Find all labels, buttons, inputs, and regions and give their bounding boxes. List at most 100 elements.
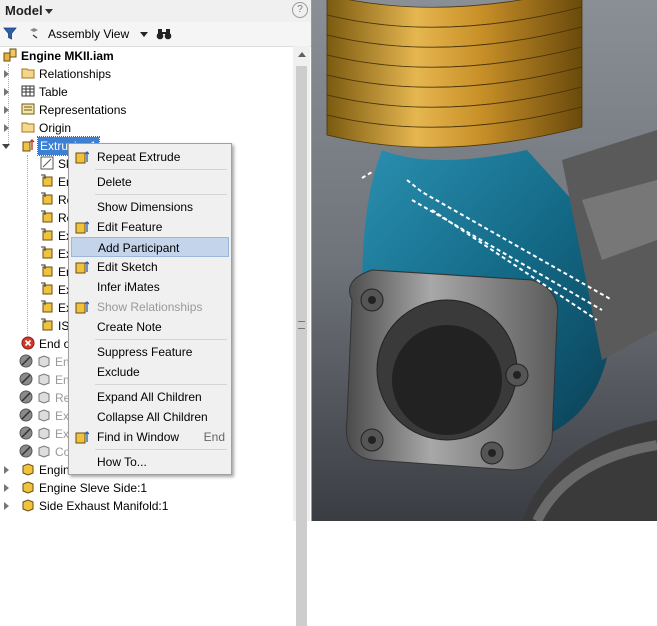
menu-item-label: How To... [97, 455, 147, 469]
menu-shortcut: End [203, 430, 225, 444]
menu-item-expand-all-children[interactable]: Expand All Children [71, 387, 229, 407]
repeat-icon [75, 150, 90, 164]
suppressed-icon [19, 426, 33, 440]
menu-item-label: Add Participant [98, 241, 180, 255]
menu-separator [95, 384, 227, 385]
find-icon [75, 430, 90, 444]
engine-model[interactable] [312, 0, 657, 521]
menu-item-find-in-window[interactable]: Find in Window End [71, 427, 229, 447]
scrollbar-thumb[interactable] [296, 66, 307, 626]
part-icon [38, 409, 50, 422]
expand-arrow-icon[interactable] [4, 106, 9, 114]
menu-item-how-to[interactable]: How To... [71, 452, 229, 472]
menu-item-exclude[interactable]: Exclude [71, 362, 229, 382]
menu-item-label: Suppress Feature [97, 345, 193, 359]
tree-item-label: Representations [39, 103, 127, 117]
menu-separator [95, 194, 227, 195]
expand-arrow-icon[interactable] [4, 88, 9, 96]
extrusion-icon [22, 139, 35, 152]
expand-arrow-icon[interactable] [4, 466, 9, 474]
scroll-grip-icon [298, 321, 305, 329]
part-icon [22, 463, 34, 476]
menu-item-label: Show Relationships [97, 300, 203, 314]
menu-item-label: Show Dimensions [97, 200, 194, 214]
browser-toolbar: Assembly View [0, 22, 311, 47]
view-selector-dropdown-icon[interactable] [140, 32, 148, 37]
expand-arrow-icon[interactable] [4, 502, 9, 510]
menu-item-label: Edit Feature [97, 220, 163, 234]
browser-scrollbar[interactable] [293, 46, 310, 626]
menu-item-show-relationships[interactable]: Show Relationships [71, 297, 229, 317]
table-icon [21, 85, 35, 97]
menu-separator [95, 449, 227, 450]
expand-arrow-icon[interactable] [4, 484, 9, 492]
menu-item-edit-feature[interactable]: Edit Feature [71, 217, 229, 237]
part-icon [38, 445, 50, 458]
relationships-icon [21, 68, 35, 79]
part-icon [22, 481, 34, 494]
menu-item-edit-sketch[interactable]: Edit Sketch [71, 257, 229, 277]
suppressed-icon [19, 408, 33, 422]
edit-sketch-icon [75, 260, 90, 274]
work-feature-icon [41, 246, 53, 259]
folder-icon [21, 122, 35, 133]
menu-item-label: Exclude [97, 365, 140, 379]
browser-header: Model ? [0, 0, 311, 22]
menu-item-add-participant[interactable]: Add Participant [71, 237, 229, 257]
suppressed-icon [19, 390, 33, 404]
context-menu: Repeat Extrude Delete Show Dimensions Edit … [68, 143, 232, 475]
menu-item-label: Infer iMates [97, 280, 160, 294]
menu-item-label: Edit Sketch [97, 260, 158, 274]
work-feature-icon [41, 228, 53, 241]
binoculars-icon[interactable] [156, 27, 172, 41]
menu-item-delete[interactable]: Delete [71, 172, 229, 192]
menu-item-label: Find in Window [97, 430, 180, 444]
part-icon [38, 355, 50, 368]
view-selector-label[interactable]: Assembly View [48, 27, 129, 41]
collapse-arrow-icon[interactable] [2, 144, 10, 149]
menu-item-show-dimensions[interactable]: Show Dimensions [71, 197, 229, 217]
part-icon [38, 391, 50, 404]
menu-item-collapse-all-children[interactable]: Collapse All Children [71, 407, 229, 427]
work-feature-icon [41, 264, 53, 277]
panel-menu-caret-icon[interactable] [45, 9, 53, 14]
sketch-icon [40, 156, 54, 170]
menu-item-infer-imates[interactable]: Infer iMates [71, 277, 229, 297]
menu-item-label: Repeat Extrude [97, 150, 181, 164]
menu-separator [95, 339, 227, 340]
work-feature-icon [41, 174, 53, 187]
tree-item-label: Engine Sleve Side:1 [39, 481, 148, 495]
expand-arrow-icon[interactable] [4, 70, 9, 78]
menu-item-label: Expand All Children [97, 390, 202, 404]
part-icon [38, 427, 50, 440]
work-feature-icon [41, 318, 53, 331]
view-selector-icon [30, 28, 38, 39]
scroll-up-icon[interactable] [298, 52, 306, 57]
help-icon[interactable]: ? [292, 2, 308, 18]
menu-item-label: Collapse All Children [97, 410, 208, 424]
menu-item-create-note[interactable]: Create Note [71, 317, 229, 337]
tree-item-label: Relationships [39, 67, 112, 81]
end-of-features-icon [21, 336, 35, 350]
assembly-icon [3, 48, 17, 62]
work-feature-icon [41, 282, 53, 295]
work-feature-icon [41, 192, 53, 205]
tree-item-label: Side Exhaust Manifold:1 [39, 499, 169, 513]
representations-icon [21, 103, 35, 115]
graphics-viewport[interactable] [312, 0, 657, 521]
menu-separator [95, 169, 227, 170]
menu-item-label: Delete [97, 175, 132, 189]
work-feature-icon [41, 300, 53, 313]
menu-item-repeat-extrude[interactable]: Repeat Extrude [71, 147, 229, 167]
tree-item-label: Table [39, 85, 68, 99]
suppressed-icon [19, 354, 33, 368]
part-icon [38, 373, 50, 386]
relationships-icon [75, 300, 90, 314]
menu-item-suppress-feature[interactable]: Suppress Feature [71, 342, 229, 362]
panel-title[interactable]: Model [5, 3, 43, 18]
filter-icon[interactable] [3, 27, 17, 40]
expand-arrow-icon[interactable] [4, 124, 9, 132]
suppressed-icon [19, 372, 33, 386]
suppressed-icon [19, 444, 33, 458]
part-icon [22, 499, 34, 512]
